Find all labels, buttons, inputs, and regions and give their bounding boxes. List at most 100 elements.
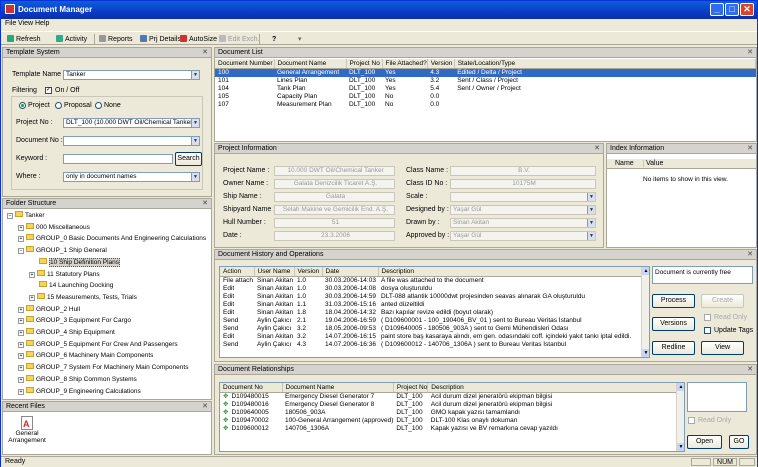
tree-item[interactable]: + GROUP_2 Hull [18,304,80,314]
document-list-column-header[interactable]: Project No [346,59,383,69]
tree-item[interactable]: + GROUP_7 System For Machinery Main Compo… [18,363,188,372]
history-row[interactable]: Send Aylin Çakıcı 2.1 19.04.2006-16:59 ( D10… [220,317,642,325]
where-select[interactable]: only in document names ▼ [63,172,200,182]
expand-icon[interactable]: + [18,330,24,336]
toolbar-overflow-icon[interactable]: ▾ [295,33,305,44]
history-column-header[interactable]: User Name [254,267,295,277]
search-button[interactable]: Search [175,152,202,166]
tree-item[interactable]: + GROUP_0 Basic Documents And Engineering… [18,234,206,243]
history-row[interactable]: File attach Sinan Akitan 1.0 30.03.2006-14:… [220,276,642,285]
history-column-header[interactable]: Description [378,267,642,277]
create-button[interactable]: Create [701,294,744,308]
radio-none[interactable] [95,102,102,109]
approved-by-select[interactable]: Yaşar Gül ▼ [450,231,596,241]
tree-item[interactable]: + GROUP_9 Engineering Calculations [18,386,141,396]
history-row[interactable]: Edit Sinan Akitan 1.8 18.04.2006-14:32 Bazı … [220,309,642,317]
expand-icon[interactable]: + [18,318,24,325]
designed-by-select[interactable]: Yaşar Gül ▼ [450,205,596,215]
document-list-column-header[interactable]: File Attached? [382,59,428,69]
expand-icon[interactable]: + [29,294,35,301]
tree-item[interactable]: + GROUP_5 Equipment For Crew And Passenge… [18,339,178,349]
edit-exch-button[interactable]: Edit Exch. [216,33,263,44]
maximize-button[interactable]: □ [725,3,739,16]
expand-icon[interactable]: + [18,341,24,348]
history-row[interactable]: Edit Sinan Akitan 3.2 14.07.2006-16:15 paint… [220,333,642,341]
template-name-select[interactable]: Tanker ▼ [63,70,200,80]
scroll-up-icon[interactable]: ▲ [677,383,684,391]
document-list-row[interactable]: 107 Measurement Plan DLT_100 No 0.0 [215,101,756,109]
radio-proposal[interactable] [55,102,62,109]
relationship-row[interactable]: ✥ D109480015 Emergency Diesel Generator 7D… [220,392,677,401]
document-list-close-icon[interactable]: ✕ [747,48,753,58]
relationships-scrollbar[interactable]: ▲ ▼ [676,383,684,451]
tree-item[interactable]: − GROUP_1 Ship General [18,246,107,255]
document-list-row[interactable]: 101 Lines Plan DLT_100 Yes 3.2 Sent / Class /… [215,77,756,85]
document-list-column-header[interactable]: State/Location/Type [454,59,757,69]
history-row[interactable]: Send Aylin Çakıcı 3.2 18.05.2006-09:53 ( D10… [220,325,642,333]
collapse-icon[interactable]: − [7,213,13,219]
document-list-row[interactable]: 105 Capacity Plan DLT_100 No 0.0 [215,93,756,101]
scroll-up-icon[interactable]: ▲ [642,267,649,275]
open-button[interactable]: Open [687,435,722,449]
history-row[interactable]: Edit Sinan Akitan 1.0 30.03.2006-14:08 dosya… [220,285,642,293]
document-list-row[interactable]: 100 General Arrangement DLT_100 Yes 4.3 Edite… [215,68,756,77]
tree-item[interactable]: − Tanker [7,211,45,220]
expand-icon[interactable]: + [18,236,24,243]
collapse-icon[interactable]: − [18,248,24,255]
document-list-row[interactable]: 104 Tank Plan DLT_100 Yes 5.4 Sent / Owner / … [215,85,756,93]
minimize-button[interactable]: _ [710,3,724,16]
document-list-column-header[interactable]: Version [427,59,455,69]
activity-button[interactable]: Activity [53,33,90,44]
expand-icon[interactable]: + [18,353,24,360]
history-scrollbar[interactable]: ▲ ▼ [641,267,649,357]
drawn-by-select[interactable]: Sinan Akitan ▼ [450,218,596,228]
tree-item[interactable]: 10 Ship Definition Plans [29,257,121,267]
reports-button[interactable]: Reports [96,33,136,44]
index-information-close-icon[interactable]: ✕ [747,144,753,154]
scroll-down-icon[interactable]: ▼ [677,443,684,451]
document-list-column-header[interactable]: Document Number [215,59,275,69]
update-tags-checkbox[interactable] [704,327,711,334]
expand-icon[interactable]: + [18,376,24,383]
tree-item[interactable]: + GROUP_6 Machinery Main Components [18,351,153,360]
scroll-down-icon[interactable]: ▼ [642,349,649,357]
document-relationships-close-icon[interactable]: ✕ [747,365,753,375]
index-column-value[interactable]: Value [643,160,663,167]
process-button[interactable]: Process [652,294,695,308]
history-column-header[interactable]: Action [220,267,255,277]
go-button[interactable]: GO [729,435,749,449]
history-column-header[interactable]: Date [322,267,379,277]
menu-file[interactable]: File [5,20,16,27]
index-column-name[interactable]: Name [615,160,634,167]
refresh-button[interactable]: Refresh [4,33,44,44]
tree-item[interactable]: 14 Launching Docking [29,281,113,290]
expand-icon[interactable]: + [18,365,24,372]
recent-files-close-icon[interactable]: ✕ [202,402,208,412]
relationship-column-header[interactable]: Description [427,383,677,393]
view-button[interactable]: View [701,341,744,355]
expand-icon[interactable]: + [29,271,35,278]
history-column-header[interactable]: Version [294,267,323,277]
redline-button[interactable]: Redline [652,341,695,355]
history-row[interactable]: Send Aylin Çakıcı 4.3 14.07.2006-16:36 ( D10… [220,341,642,349]
project-information-close-icon[interactable]: ✕ [594,144,600,154]
relationship-column-header[interactable]: Document No [220,383,283,393]
versions-button[interactable]: Versions [652,317,695,331]
relationship-row[interactable]: ✥ D109600012 140706_1306A DLT_100 Kapak yazı… [220,425,677,433]
folder-structure-close-icon[interactable]: ✕ [202,199,208,209]
tree-item[interactable]: +11 Statutory Plans [29,269,100,279]
history-row[interactable]: Edit Sinan Akitan 1.0 30.03.2006-14:59 DLT-0… [220,293,642,301]
tree-item[interactable]: + GROUP_4 Ship Equipment [18,328,115,337]
radio-project[interactable] [19,102,26,109]
relationship-column-header[interactable]: Document Name [282,383,394,393]
menu-view[interactable]: View [18,20,33,27]
history-row[interactable]: Edit Sinan Akitan 1.1 31.03.2006-15:16 anted… [220,301,642,309]
tree-item[interactable]: + GROUP_8 Ship Common Systems [18,374,137,384]
tree-item[interactable]: + GROUP_3 Equipment For Cargo [18,316,131,325]
tree-item[interactable]: +000 Miscellaneous [18,222,90,232]
relationship-read-only-checkbox[interactable] [688,417,695,424]
title-bar[interactable]: Document Manager _ □ ✕ [1,1,757,19]
keyword-input[interactable] [63,154,173,164]
menu-help[interactable]: Help [35,20,49,27]
document-list-column-header[interactable]: Document Name [274,59,347,69]
